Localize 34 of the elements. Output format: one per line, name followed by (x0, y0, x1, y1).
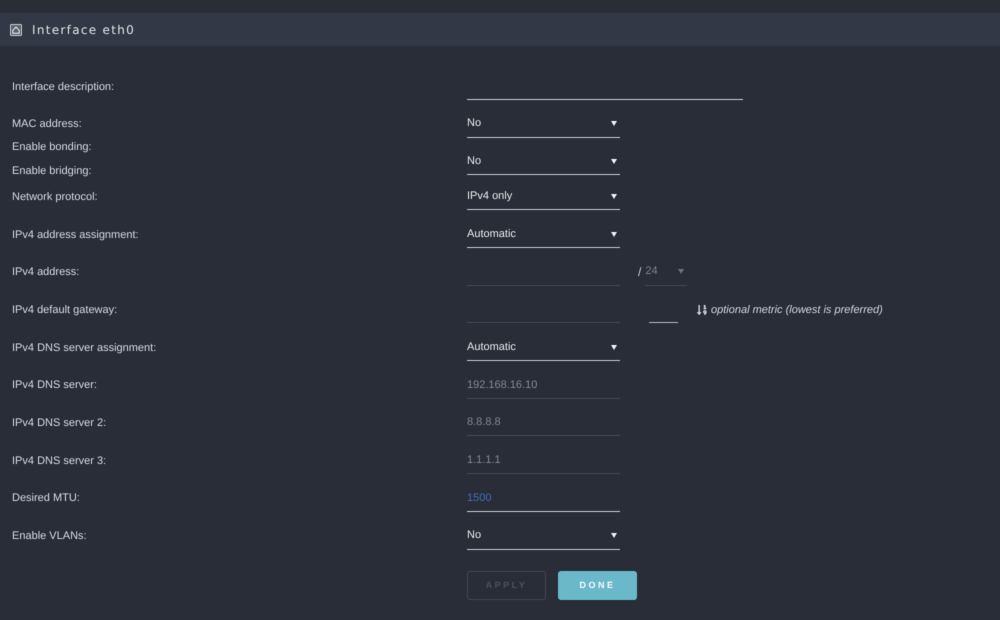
field-label: Desired MTU: (12, 491, 80, 506)
caret-icon (611, 344, 617, 350)
field-label: IPv4 default gateway: (12, 302, 118, 317)
field-label: Enable VLANs: (12, 529, 87, 544)
house-icon (10, 24, 22, 36)
dropdown[interactable]: Automatic (467, 334, 620, 362)
hint-text: optional metric (lowest is preferred) (711, 302, 883, 318)
caret-icon (678, 269, 684, 274)
caret-icon (611, 121, 617, 126)
caret-icon (611, 158, 617, 164)
panel-title: Interface eth0 (32, 22, 136, 38)
field-label: IPv4 DNS server assignment: (12, 340, 156, 355)
dropdown[interactable]: IPv4 only (467, 183, 620, 210)
field-label: IPv4 address: (12, 265, 80, 280)
field-label: Network protocol: (12, 190, 98, 204)
field-label: MAC address: (12, 117, 82, 131)
separator-text: / (638, 264, 642, 282)
caret-icon (611, 232, 617, 237)
field-label: IPv4 DNS server 2: (12, 416, 106, 430)
caret-icon (611, 194, 617, 199)
dropdown[interactable]: No (467, 522, 620, 550)
dropdown[interactable]: No (467, 110, 620, 138)
dropdown[interactable]: No (467, 148, 620, 175)
field-label: IPv4 DNS server: (12, 378, 97, 392)
field-label: IPv4 DNS server 3: (12, 454, 106, 468)
field-label: Enable bridging: (12, 164, 93, 178)
caret-icon (611, 533, 617, 538)
field-label: Enable bonding: (12, 140, 93, 154)
done-button[interactable]: DONE (558, 570, 637, 600)
dropdown[interactable]: Automatic (467, 221, 620, 248)
field-label: IPv4 address assignment: (12, 228, 139, 242)
field-label: Interface description: (12, 80, 114, 94)
numeric-sort-icon (697, 304, 707, 316)
input-field[interactable]: 1500 (467, 484, 620, 512)
